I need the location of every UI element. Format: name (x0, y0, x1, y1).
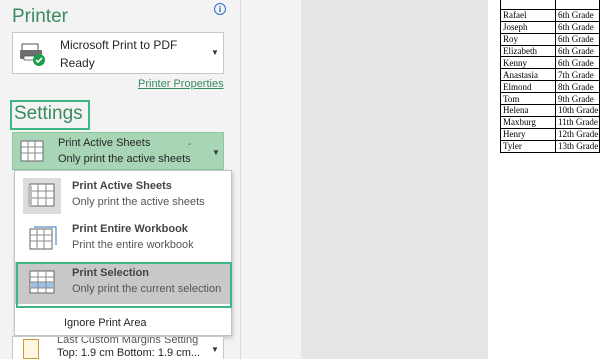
printer-icon (20, 43, 45, 66)
grade-cell: 7th Grade (555, 68, 600, 82)
grade-cell: 12th Grade (555, 127, 600, 141)
name-cell: Anastasia (500, 68, 556, 82)
print-settings-pane: Printer i Microsoft Print to PDF Ready ▼… (0, 0, 240, 359)
margins-label: Last Custom Margins Setting (57, 336, 199, 346)
option-description: Only print the active sheets (72, 196, 205, 208)
printer-dropdown[interactable]: Microsoft Print to PDF Ready ▼ (12, 32, 224, 74)
margins-icon (23, 339, 39, 359)
name-cell: Elizabeth (500, 44, 556, 58)
name-cell: Helena (500, 104, 556, 117)
name-cell: Joseph (500, 20, 556, 34)
name-cell: Roy (500, 32, 556, 46)
table-row: Henry 12th Grade (500, 127, 600, 141)
grade-cell: 13th Grade (555, 139, 600, 153)
grade-cell: 6th Grade (555, 44, 600, 58)
table-row: Rafael 6th Grade (500, 8, 600, 22)
table-row: Maxburg 11th Grade (500, 115, 600, 129)
settings-highlight-box (10, 100, 90, 130)
option-label: Print Entire Workbook (72, 223, 188, 235)
grade-cell: 9th Grade (555, 92, 600, 106)
grade-cell: 6th Grade (555, 56, 600, 70)
name-cell: Tom (500, 92, 556, 106)
print-selection-highlight-box (16, 262, 232, 308)
printer-name: Microsoft Print to PDF (60, 38, 178, 52)
margins-dropdown[interactable]: Last Custom Margins Setting Top: 1.9 cm … (12, 336, 224, 359)
grade-cell: 6th Grade (555, 20, 600, 34)
sheet-grid-icon (20, 140, 44, 162)
table-row: Tyler 13th Grade (500, 139, 600, 153)
name-cell: Kenny (500, 56, 556, 70)
preview-table: Rafael 6th Grade Joseph 6th Grade Roy 6th Gra… (500, 0, 600, 153)
chevron-down-icon: ▼ (212, 148, 220, 157)
table-row: Roy 6th Grade (500, 32, 600, 46)
grade-cell: 8th Grade (555, 80, 600, 94)
printer-heading: Printer (12, 6, 68, 27)
pane-gap (241, 0, 301, 359)
name-cell: Rafael (500, 8, 556, 22)
chevron-down-icon: ▼ (211, 345, 219, 354)
table-row: Helena 10th Grade (500, 104, 600, 117)
table-row (500, 0, 600, 10)
name-cell: Tyler (500, 139, 556, 153)
table-row: Elizabeth 6th Grade (500, 44, 600, 58)
dash-glyph: - (188, 139, 192, 150)
selected-option-description: Only print the active sheets (58, 153, 191, 165)
table-row: Kenny 6th Grade (500, 56, 600, 70)
grade-cell: 10th Grade (555, 104, 600, 117)
table-row: Anastasia 7th Grade (500, 68, 600, 82)
grade-cell (555, 0, 600, 10)
name-cell: Elmond (500, 80, 556, 94)
name-cell (500, 0, 556, 10)
menu-item-print-entire-workbook[interactable]: Print Entire Workbook Print the entire w… (15, 218, 231, 260)
info-icon[interactable]: i (214, 3, 226, 15)
name-cell: Maxburg (500, 115, 556, 129)
grade-cell: 6th Grade (555, 8, 600, 22)
ignore-print-area-option[interactable]: Ignore Print Area (64, 317, 147, 329)
option-label: Print Active Sheets (72, 180, 172, 192)
menu-item-print-active-sheets[interactable]: Print Active Sheets Only print the activ… (15, 175, 231, 217)
selected-option-label: Print Active Sheets (58, 137, 151, 149)
active-sheets-icon (28, 183, 55, 207)
grade-cell: 11th Grade (555, 115, 600, 129)
printer-properties-link[interactable]: Printer Properties (138, 78, 224, 90)
chevron-down-icon: ▼ (211, 48, 219, 57)
table-row: Tom 9th Grade (500, 92, 600, 106)
table-row: Joseph 6th Grade (500, 20, 600, 34)
option-description: Print the entire workbook (72, 239, 194, 251)
print-what-menu: Print Active Sheets Only print the activ… (14, 170, 232, 336)
table-row: Elmond 8th Grade (500, 80, 600, 94)
grade-cell: 6th Grade (555, 32, 600, 46)
workbook-icon (29, 226, 57, 250)
printer-status: Ready (60, 56, 95, 70)
print-what-dropdown[interactable]: Print Active Sheets Only print the activ… (12, 132, 224, 170)
margins-value: Top: 1.9 cm Bottom: 1.9 cm... (57, 347, 201, 359)
name-cell: Henry (500, 127, 556, 141)
